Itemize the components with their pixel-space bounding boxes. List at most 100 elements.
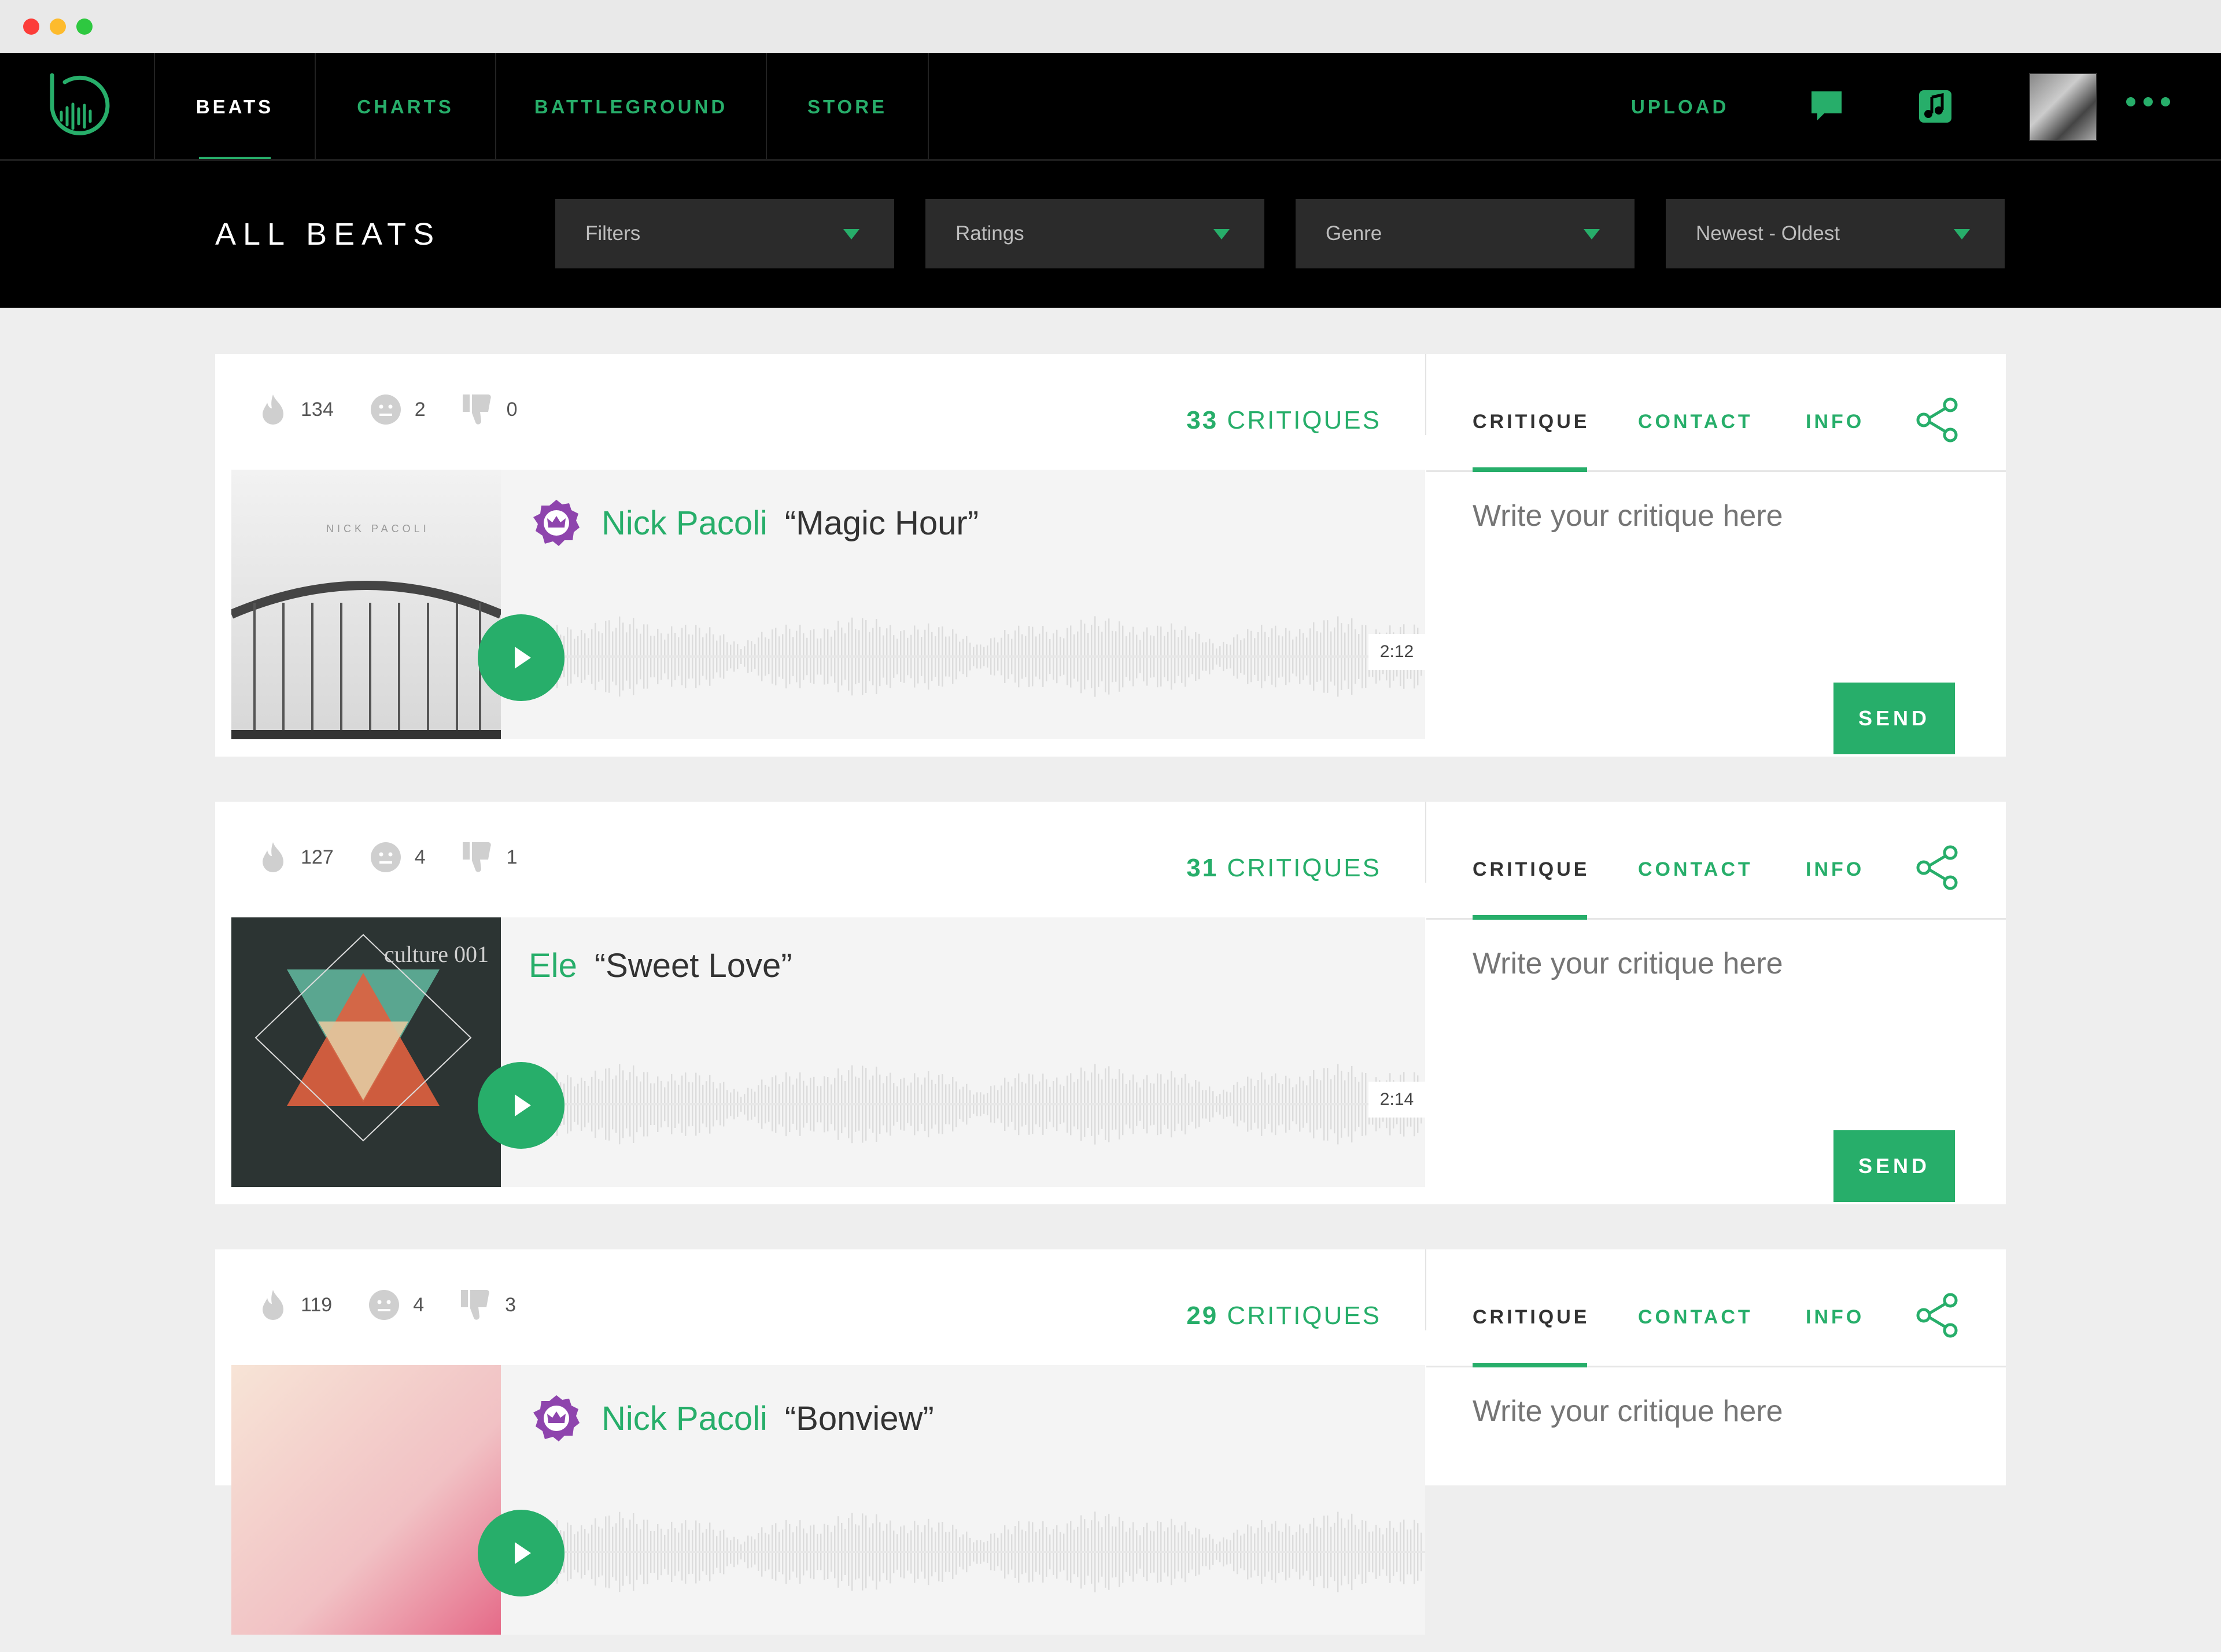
logo[interactable] xyxy=(0,53,155,161)
critiques-label: CRITIQUES xyxy=(1218,1301,1381,1330)
ratings-dropdown[interactable]: Ratings xyxy=(925,199,1264,268)
album-cover[interactable] xyxy=(231,1365,501,1635)
dislike-count: 0 xyxy=(506,398,518,421)
critiques-number: 29 xyxy=(1186,1301,1219,1330)
artist-name[interactable]: Nick Pacoli xyxy=(602,504,768,543)
caret-down-icon xyxy=(1954,229,1970,239)
play-button[interactable] xyxy=(478,614,565,701)
sort-dropdown[interactable]: Newest - Oldest xyxy=(1666,199,2005,268)
genre-dropdown[interactable]: Genre xyxy=(1296,199,1635,268)
album-cover[interactable]: culture 001 xyxy=(231,917,501,1187)
critique-input[interactable] xyxy=(1473,946,1970,981)
thumbs-down-icon xyxy=(462,842,491,872)
tab-critique[interactable]: CRITIQUE xyxy=(1473,858,1589,881)
nav-charts[interactable]: CHARTS xyxy=(316,53,496,161)
dropdown-label: Ratings xyxy=(955,222,1024,245)
neutral-stat[interactable]: 2 xyxy=(370,393,426,426)
crown-badge-icon xyxy=(533,500,580,546)
beat-card: 119 4 3 29 CRITIQUES Nick Pacoli “Bonvie… xyxy=(215,1249,2006,1635)
caret-down-icon xyxy=(1584,229,1600,239)
neutral-stat[interactable]: 4 xyxy=(368,1289,424,1321)
song-title: “Bonview” xyxy=(784,1399,934,1437)
active-tab-indicator xyxy=(1473,915,1587,920)
neutral-stat[interactable]: 4 xyxy=(370,841,426,873)
neutral-face-icon xyxy=(369,1290,400,1320)
caret-down-icon xyxy=(1213,229,1230,239)
waveform[interactable] xyxy=(501,1022,1425,1187)
fire-count: 127 xyxy=(301,846,334,868)
tab-contact[interactable]: CONTACT xyxy=(1638,411,1753,433)
minimize-window-button[interactable] xyxy=(50,19,66,35)
crown-badge-icon xyxy=(533,1395,580,1441)
close-window-button[interactable] xyxy=(23,19,39,35)
tab-contact[interactable]: CONTACT xyxy=(1638,858,1753,881)
more-icon[interactable] xyxy=(2126,97,2170,106)
beat-card: 134 2 0 33 CRITIQUES NICK PACOLI Nick Pa… xyxy=(215,354,2006,757)
neutral-count: 4 xyxy=(414,846,426,868)
nav-beats[interactable]: BEATS xyxy=(155,53,316,161)
neutral-face-icon xyxy=(370,842,401,872)
fire-count: 119 xyxy=(301,1293,333,1316)
critiques-count[interactable]: 33 CRITIQUES xyxy=(1186,406,1381,435)
fire-count: 134 xyxy=(301,398,334,421)
nav-store[interactable]: STORE xyxy=(767,53,929,161)
thumbs-down-icon xyxy=(461,1290,489,1320)
dislike-stat[interactable]: 1 xyxy=(462,840,518,875)
beat-player: NICK PACOLI Nick Pacoli “Magic Hour” 2:1… xyxy=(231,470,1425,739)
dislike-stat[interactable]: 3 xyxy=(460,1288,516,1322)
artist-name[interactable]: Nick Pacoli xyxy=(602,1399,768,1438)
send-button[interactable]: SEND xyxy=(1833,1130,1955,1202)
tab-info[interactable]: INFO xyxy=(1806,1306,1864,1329)
critiques-number: 33 xyxy=(1186,406,1219,434)
share-icon[interactable] xyxy=(1913,1292,1960,1338)
album-cover[interactable]: NICK PACOLI xyxy=(231,470,501,739)
critique-panel: CRITIQUE CONTACT INFO SEND xyxy=(1426,354,2006,757)
play-button[interactable] xyxy=(478,1062,565,1149)
upload-link[interactable]: UPLOAD xyxy=(1631,53,1729,161)
tab-contact[interactable]: CONTACT xyxy=(1638,1306,1753,1329)
critiques-count[interactable]: 29 CRITIQUES xyxy=(1186,1301,1381,1330)
song-title: “Magic Hour” xyxy=(784,504,979,542)
waveform[interactable] xyxy=(501,574,1425,739)
neutral-count: 4 xyxy=(413,1293,425,1316)
filters-dropdown[interactable]: Filters xyxy=(555,199,894,268)
fire-stat[interactable]: 134 xyxy=(258,393,334,426)
bridge-illustration xyxy=(231,581,501,739)
critique-input[interactable] xyxy=(1473,499,1970,533)
chat-icon[interactable] xyxy=(1809,89,1844,124)
thumbs-down-icon xyxy=(462,394,491,425)
fire-stat[interactable]: 127 xyxy=(258,841,334,873)
maximize-window-button[interactable] xyxy=(76,19,93,35)
share-icon[interactable] xyxy=(1913,845,1960,891)
fire-stat[interactable]: 119 xyxy=(258,1289,332,1321)
critiques-count[interactable]: 31 CRITIQUES xyxy=(1186,854,1381,883)
tab-critique[interactable]: CRITIQUE xyxy=(1473,411,1589,433)
beat-title: Nick Pacoli “Bonview” xyxy=(532,1394,934,1443)
neutral-count: 2 xyxy=(414,398,426,421)
play-button[interactable] xyxy=(478,1510,565,1596)
artist-name[interactable]: Ele xyxy=(529,946,577,985)
nav-battleground[interactable]: BATTLEGROUND xyxy=(496,53,767,161)
dropdown-label: Filters xyxy=(585,222,641,245)
critique-tabs: CRITIQUE CONTACT INFO xyxy=(1426,354,2006,472)
critique-panel: CRITIQUE CONTACT INFO xyxy=(1426,1249,2006,1652)
waveform[interactable] xyxy=(501,1469,1425,1635)
tab-info[interactable]: INFO xyxy=(1806,411,1864,433)
tab-info[interactable]: INFO xyxy=(1806,858,1864,881)
critique-tabs: CRITIQUE CONTACT INFO xyxy=(1426,1249,2006,1367)
active-tab-indicator xyxy=(1473,467,1587,472)
tab-critique[interactable]: CRITIQUE xyxy=(1473,1306,1589,1329)
critique-input[interactable] xyxy=(1473,1394,1970,1429)
beat-stats: 134 2 0 xyxy=(258,392,554,427)
track-duration: 2:12 xyxy=(1368,634,1425,670)
beat-title: Ele “Sweet Love” xyxy=(529,946,792,985)
dislike-stat[interactable]: 0 xyxy=(462,392,518,427)
cover-text: culture 001 xyxy=(384,941,489,967)
avatar[interactable] xyxy=(2029,73,2097,141)
top-nav: BEATS CHARTS BATTLEGROUND STORE UPLOAD xyxy=(0,53,2221,161)
send-button[interactable]: SEND xyxy=(1833,683,1955,754)
music-note-icon[interactable] xyxy=(1918,89,1953,124)
dropdown-label: Genre xyxy=(1326,222,1382,245)
share-icon[interactable] xyxy=(1913,397,1960,443)
neutral-face-icon xyxy=(370,394,401,425)
